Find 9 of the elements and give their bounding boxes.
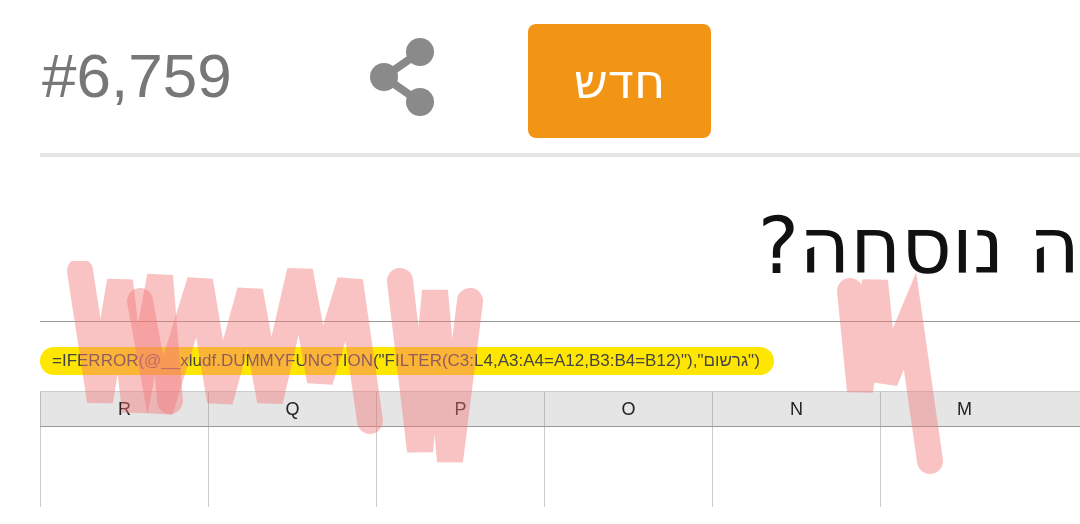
column-header: M bbox=[957, 398, 972, 420]
column-header: N bbox=[790, 398, 803, 420]
new-button[interactable]: חדש bbox=[528, 24, 711, 138]
column-header: Q bbox=[285, 398, 300, 420]
question-count: #6,759 bbox=[42, 39, 233, 111]
column-header: O bbox=[621, 398, 636, 420]
column-header: R bbox=[118, 398, 131, 420]
column-header: P bbox=[454, 398, 467, 420]
question-title: ה נוסחה? bbox=[757, 201, 1080, 291]
